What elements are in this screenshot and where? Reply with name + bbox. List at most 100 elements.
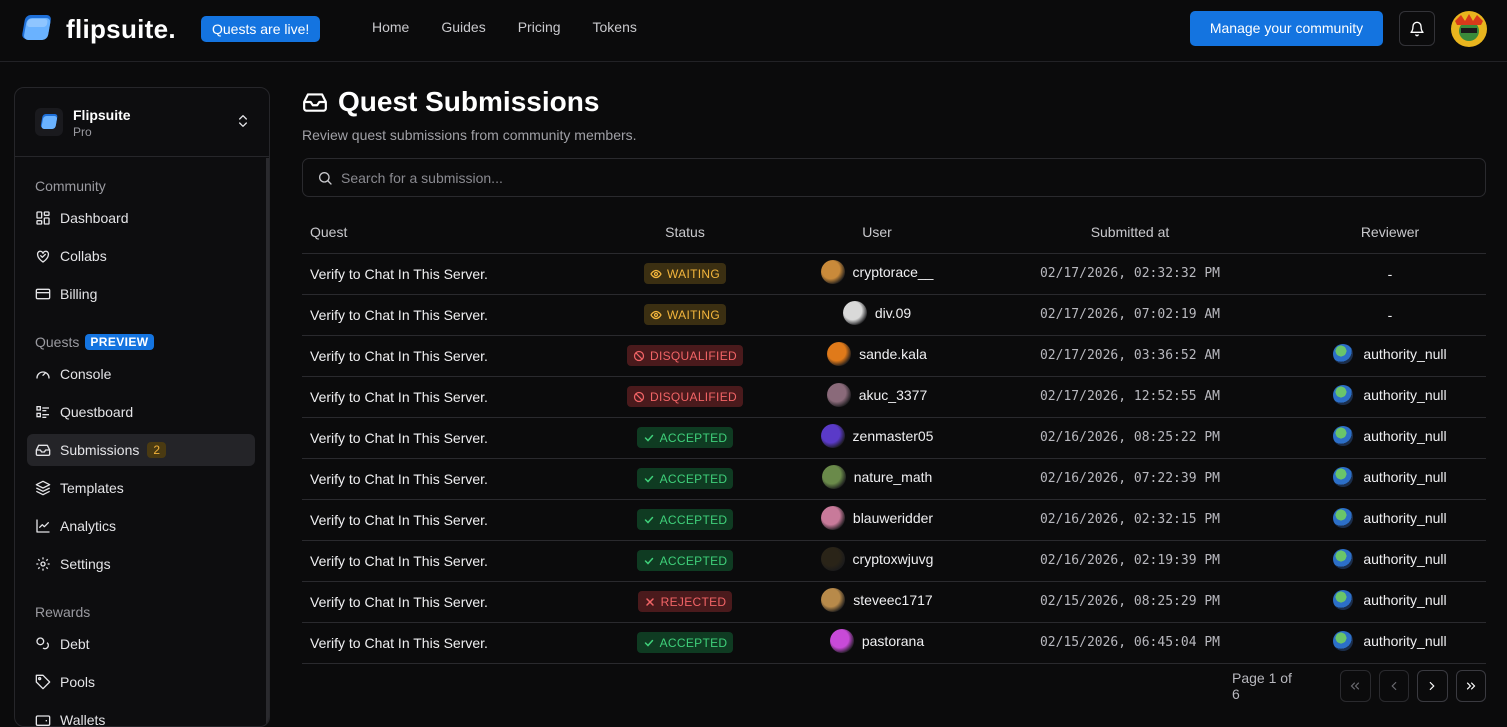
table-row[interactable]: Verify to Chat In This Server. DISQUALIF…: [302, 376, 1486, 418]
table-row[interactable]: Verify to Chat In This Server. ACCEPTED …: [302, 417, 1486, 459]
org-switcher[interactable]: Flipsuite Pro: [15, 88, 269, 157]
manage-community-button[interactable]: Manage your community: [1190, 11, 1383, 46]
quests-live-badge[interactable]: Quests are live!: [201, 16, 321, 42]
layers-icon: [35, 480, 51, 496]
quest-name: Verify to Chat In This Server.: [302, 253, 582, 295]
user[interactable]: akuc_3377: [826, 383, 927, 407]
sidebar-item-wallets[interactable]: Wallets: [27, 704, 255, 726]
reviewer[interactable]: authority_null: [1333, 344, 1447, 364]
sidebar-item-collabs[interactable]: Collabs: [27, 240, 255, 272]
flipsuite-logo-icon: [40, 114, 58, 129]
sidebar-item-settings[interactable]: Settings: [27, 548, 255, 580]
user[interactable]: steveec1717: [821, 588, 933, 612]
section-quests-label: Quests: [35, 334, 80, 350]
column-header-submitted[interactable]: Submitted at: [966, 212, 1294, 254]
reviewer[interactable]: authority_null: [1333, 426, 1447, 446]
eye-icon: [650, 310, 662, 319]
user[interactable]: div.09: [842, 301, 911, 325]
reviewer-empty: -: [1387, 306, 1393, 323]
nav-home[interactable]: Home: [372, 19, 409, 35]
submitted-at: 02/16/2026, 08:25:22 PM: [966, 417, 1294, 459]
sidebar-item-console[interactable]: Console: [27, 358, 255, 390]
sidebar-item-dashboard[interactable]: Dashboard: [27, 202, 255, 234]
brand-logo[interactable]: flipsuite.: [20, 13, 176, 45]
pagination: Page 1 of 6: [1232, 670, 1487, 702]
notifications-button[interactable]: [1399, 11, 1435, 46]
sidebar-item-billing[interactable]: Billing: [27, 278, 255, 310]
nav-tokens[interactable]: Tokens: [593, 19, 637, 35]
first-page-button[interactable]: [1340, 670, 1371, 702]
column-header-status[interactable]: Status: [582, 212, 788, 254]
nav-pricing[interactable]: Pricing: [518, 19, 561, 35]
reviewer-name: authority_null: [1363, 469, 1447, 485]
status-badge: DISQUALIFIED: [627, 345, 743, 366]
table-row[interactable]: Verify to Chat In This Server. DISQUALIF…: [302, 335, 1486, 377]
user-avatar[interactable]: [1451, 11, 1487, 47]
user[interactable]: sande.kala: [827, 342, 927, 366]
status-cell: ACCEPTED: [582, 417, 788, 459]
search-icon: [319, 171, 332, 185]
dashboard-icon: [35, 210, 51, 226]
table-row[interactable]: Verify to Chat In This Server. ACCEPTED …: [302, 540, 1486, 582]
sidebar-item-label: Questboard: [60, 404, 134, 420]
table-row[interactable]: Verify to Chat In This Server. WAITING c…: [302, 253, 1486, 295]
sidebar-item-pools[interactable]: Pools: [27, 666, 255, 698]
sidebar-item-debt[interactable]: Debt: [27, 628, 255, 660]
reviewer[interactable]: authority_null: [1333, 508, 1447, 528]
sidebar-item-templates[interactable]: Templates: [27, 472, 255, 504]
user-avatar: [826, 383, 851, 407]
table-row[interactable]: Verify to Chat In This Server. ACCEPTED …: [302, 622, 1486, 664]
reviewer-avatar: [1333, 467, 1354, 487]
reviewer[interactable]: authority_null: [1333, 549, 1447, 569]
user[interactable]: zenmaster05: [820, 424, 934, 448]
table-row[interactable]: Verify to Chat In This Server. REJECTED …: [302, 581, 1486, 623]
table-row[interactable]: Verify to Chat In This Server. WAITING d…: [302, 294, 1486, 336]
status-label: ACCEPTED: [659, 430, 728, 445]
org-name: Flipsuite: [73, 107, 131, 123]
quest-name: Verify to Chat In This Server.: [302, 540, 582, 582]
page-title-text: Quest Submissions: [338, 86, 600, 117]
reviewer[interactable]: authority_null: [1333, 467, 1447, 487]
quest-name: Verify to Chat In This Server.: [302, 458, 582, 500]
column-header-quest[interactable]: Quest: [302, 212, 582, 254]
table-row[interactable]: Verify to Chat In This Server. ACCEPTED …: [302, 499, 1486, 541]
user[interactable]: nature_math: [821, 465, 933, 489]
reviewer[interactable]: authority_null: [1333, 590, 1447, 610]
table-row[interactable]: Verify to Chat In This Server. ACCEPTED …: [302, 458, 1486, 500]
user-name: nature_math: [853, 469, 933, 485]
check-icon: [644, 516, 653, 524]
sidebar-item-label: Templates: [60, 480, 124, 496]
sidebar-item-label: Collabs: [60, 248, 107, 264]
user[interactable]: cryptorace__: [820, 260, 933, 284]
prev-page-button[interactable]: [1378, 670, 1410, 702]
credit-card-icon: [35, 286, 51, 302]
submitted-at: 02/16/2026, 02:32:15 PM: [966, 499, 1294, 541]
column-header-reviewer[interactable]: Reviewer: [1294, 212, 1486, 254]
quest-name: Verify to Chat In This Server.: [302, 417, 582, 459]
column-header-user[interactable]: User: [788, 212, 966, 254]
reviewer-avatar: [1333, 385, 1354, 405]
quest-name: Verify to Chat In This Server.: [302, 335, 582, 377]
inbox-icon: [303, 93, 327, 112]
user-name: zenmaster05: [852, 428, 934, 444]
chevrons-right-icon: [1466, 682, 1476, 690]
reviewer[interactable]: authority_null: [1333, 631, 1447, 651]
search-box[interactable]: [302, 158, 1486, 197]
user[interactable]: cryptoxwjuvg: [820, 547, 933, 571]
sidebar-item-analytics[interactable]: Analytics: [27, 510, 255, 542]
user-avatar: [821, 588, 846, 612]
user-name: blauweridder: [852, 510, 934, 526]
user[interactable]: pastorana: [829, 629, 924, 653]
reviewer-avatar: [1333, 631, 1354, 651]
reviewer-name: authority_null: [1363, 428, 1447, 444]
sidebar-item-submissions[interactable]: Submissions 2: [27, 434, 255, 466]
sidebar-item-questboard[interactable]: Questboard: [27, 396, 255, 428]
nav-guides[interactable]: Guides: [441, 19, 485, 35]
tag-icon: [35, 674, 51, 690]
last-page-button[interactable]: [1455, 670, 1487, 702]
search-input[interactable]: [341, 169, 1441, 186]
reviewer[interactable]: authority_null: [1333, 385, 1447, 405]
user[interactable]: blauweridder: [820, 506, 934, 530]
next-page-button[interactable]: [1417, 670, 1448, 702]
page-indicator: Page 1 of 6: [1232, 670, 1292, 702]
